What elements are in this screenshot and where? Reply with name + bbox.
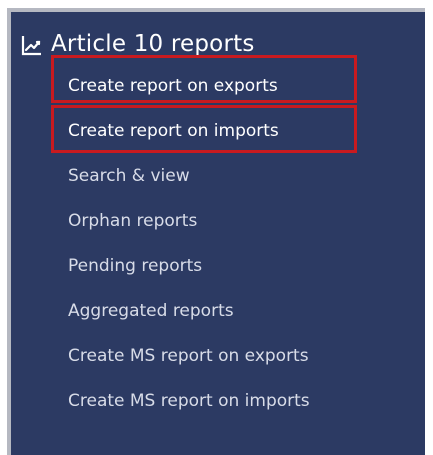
menu-item-create-ms-report-on-exports[interactable]: Create MS report on exports: [68, 344, 309, 368]
menu-item-pending-reports[interactable]: Pending reports: [68, 254, 202, 278]
menu-item-aggregated-reports[interactable]: Aggregated reports: [68, 299, 234, 323]
section-title: Article 10 reports: [51, 31, 255, 57]
chart-line-icon: [21, 34, 43, 56]
menu-item-create-report-on-imports[interactable]: Create report on imports: [68, 119, 279, 143]
section-header[interactable]: Article 10 reports: [21, 26, 255, 62]
menu-item-orphan-reports[interactable]: Orphan reports: [68, 209, 197, 233]
menu-item-create-ms-report-on-imports[interactable]: Create MS report on imports: [68, 389, 310, 413]
menu-item-create-report-on-exports[interactable]: Create report on exports: [68, 74, 278, 98]
screenshot-frame: Article 10 reports Create report on expo…: [0, 0, 433, 455]
menu-item-search-view[interactable]: Search & view: [68, 164, 190, 188]
